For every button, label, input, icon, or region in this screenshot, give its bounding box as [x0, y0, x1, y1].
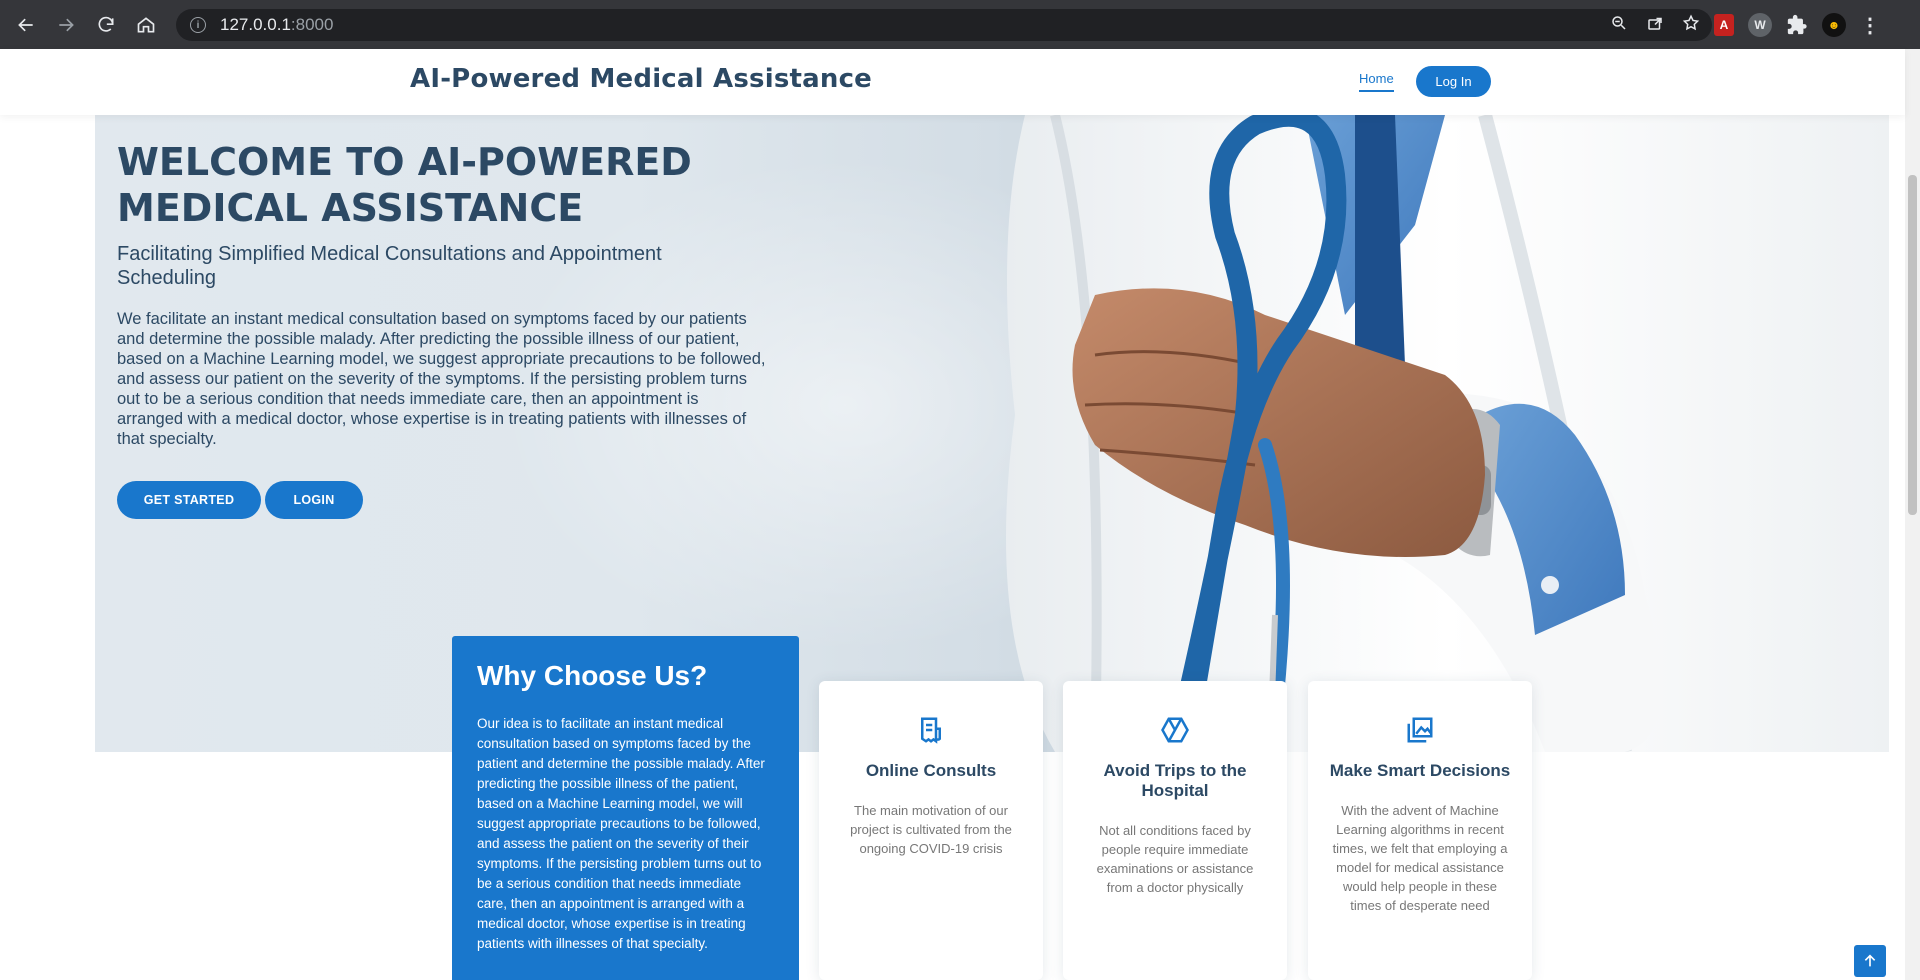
page-scrollbar[interactable]	[1905, 49, 1920, 980]
feature-card-online-consults: Online Consults The main motivation of o…	[819, 681, 1043, 980]
address-bar[interactable]: i 127.0.0.1:8000	[176, 9, 1712, 41]
card-title: Online Consults	[865, 761, 997, 780]
back-icon[interactable]	[6, 5, 46, 45]
card-text: With the advent of Machine Learning algo…	[1332, 803, 1508, 913]
login-button[interactable]: LOGIN	[265, 481, 363, 519]
card-title: Make Smart Decisions	[1329, 761, 1511, 780]
w-extension-icon[interactable]: W	[1748, 13, 1772, 37]
url-port: :8000	[290, 15, 334, 34]
scrollbar-thumb[interactable]	[1908, 175, 1917, 515]
images-icon	[1405, 715, 1435, 745]
cube-icon	[1160, 715, 1190, 745]
pdf-extension-icon[interactable]: A	[1714, 14, 1734, 36]
doctor-image	[1006, 115, 1889, 752]
url-host: 127.0.0.1	[220, 15, 291, 34]
receipt-icon	[916, 715, 946, 745]
profile-avatar[interactable]: ☻	[1822, 13, 1846, 37]
feature-card-avoid-trips: Avoid Trips to the Hospital Not all cond…	[1063, 681, 1287, 980]
puzzle-icon[interactable]	[1786, 14, 1808, 36]
nav-login-button[interactable]: Log In	[1416, 66, 1491, 97]
web-page: AI-Powered Medical Assistance Home Log I…	[0, 49, 1920, 980]
card-title: Avoid Trips to the Hospital	[1103, 761, 1247, 800]
nav-home-link[interactable]: Home	[1359, 71, 1394, 92]
get-started-button[interactable]: GET STARTED	[117, 481, 261, 519]
brand-logo[interactable]: AI-Powered Medical Assistance	[410, 64, 872, 94]
why-title: Why Choose Us?	[477, 660, 708, 691]
arrow-up-icon	[1864, 954, 1876, 967]
star-icon[interactable]	[1682, 14, 1700, 37]
home-icon[interactable]	[126, 5, 166, 45]
kebab-menu-icon[interactable]: ⋮	[1860, 13, 1880, 38]
feature-card-smart-decisions: Make Smart Decisions With the advent of …	[1308, 681, 1532, 980]
share-icon[interactable]	[1646, 14, 1664, 37]
forward-icon[interactable]	[46, 5, 86, 45]
card-text: The main motivation of our project is cu…	[850, 803, 1012, 856]
why-text: Our idea is to facilitate an instant med…	[477, 716, 765, 951]
back-to-top-button[interactable]	[1854, 945, 1886, 977]
info-icon[interactable]: i	[190, 17, 206, 33]
browser-toolbar: i 127.0.0.1:8000 A W ☻ ⋮	[0, 0, 1920, 49]
reload-icon[interactable]	[86, 5, 126, 45]
hero-section: WELCOME TO AI-POWERED MEDICAL ASSISTANCE…	[95, 115, 1889, 752]
why-choose-us-box: Why Choose Us? Our idea is to facilitate…	[452, 636, 799, 980]
hero-subtitle: Facilitating Simplified Medical Consulta…	[117, 243, 662, 289]
hero-title: WELCOME TO AI-POWERED MEDICAL ASSISTANCE	[117, 140, 692, 230]
card-text: Not all conditions faced by people requi…	[1096, 823, 1254, 895]
zoom-icon[interactable]	[1610, 14, 1628, 37]
hero-description: We facilitate an instant medical consult…	[117, 310, 766, 448]
url-text: 127.0.0.1:8000	[220, 15, 333, 35]
site-header: AI-Powered Medical Assistance Home Log I…	[0, 49, 1905, 115]
